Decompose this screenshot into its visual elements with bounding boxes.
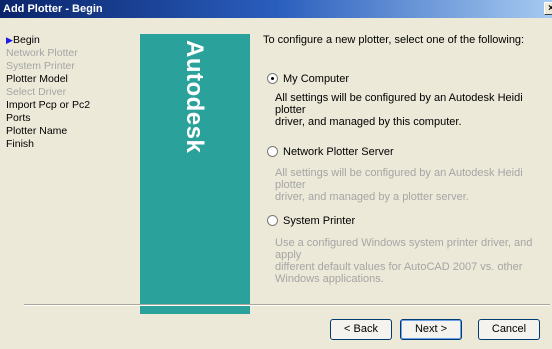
description-line: different default values for AutoCAD 200… <box>275 261 523 273</box>
wizard-step: Select Driver <box>6 86 136 99</box>
wizard-step: Import Pcp or Pc2 <box>6 99 136 112</box>
wizard-steps: ▶Begin Network Plotter System Printer Plott… <box>6 34 136 151</box>
description-line: Use a configured Windows system printer … <box>275 237 533 261</box>
back-button[interactable]: < Back <box>330 319 392 340</box>
option-description: Use a configured Windows system printer … <box>275 237 550 285</box>
option-label: My Computer <box>283 73 350 85</box>
next-button[interactable]: Next > <box>400 319 462 340</box>
close-icon[interactable]: × <box>544 2 552 15</box>
wizard-step: Plotter Name <box>6 125 136 138</box>
window-title: Add Plotter - Begin <box>3 3 103 15</box>
option-description: All settings will be configured by an Au… <box>275 167 550 203</box>
description-line: driver, and managed by this computer. <box>275 116 462 128</box>
cancel-button[interactable]: Cancel <box>478 319 540 340</box>
radio-my-computer[interactable] <box>267 73 278 84</box>
option-label: Network Plotter Server <box>283 146 394 158</box>
description-line: driver, and managed by a plotter server. <box>275 191 469 203</box>
option-system-printer[interactable]: System Printer <box>267 214 355 228</box>
wizard-step-label: Ports <box>6 112 31 124</box>
description-line: All settings will be configured by an Au… <box>275 167 523 191</box>
option-my-computer[interactable]: My Computer <box>267 72 349 86</box>
description-line: Windows applications. <box>275 273 384 285</box>
description-line: All settings will be configured by an Au… <box>275 92 523 116</box>
intro-text: To configure a new plotter, select one o… <box>263 34 525 46</box>
wizard-step: System Printer <box>6 60 136 73</box>
wizard-step: ▶Begin <box>6 34 136 47</box>
autodesk-logo: Autodesk <box>181 40 208 154</box>
wizard-step-label: Begin <box>13 34 40 46</box>
add-plotter-dialog: Add Plotter - Begin × ▶Begin Network Plot… <box>0 0 552 349</box>
divider <box>24 304 550 306</box>
current-step-arrow-icon: ▶ <box>6 35 13 45</box>
wizard-step: Network Plotter <box>6 47 136 60</box>
wizard-step-label: Import Pcp or Pc2 <box>6 99 91 111</box>
wizard-step-label: Plotter Name <box>6 125 68 137</box>
wizard-step-label: Plotter Model <box>6 73 68 85</box>
wizard-step-label: Finish <box>6 138 35 150</box>
brand-panel: Autodesk <box>140 34 250 314</box>
wizard-step: Plotter Model <box>6 73 136 86</box>
radio-system-printer[interactable] <box>267 215 278 226</box>
title-bar: Add Plotter - Begin × <box>0 0 552 18</box>
wizard-step: Ports <box>6 112 136 125</box>
option-description: All settings will be configured by an Au… <box>275 92 550 128</box>
radio-network-plotter-server[interactable] <box>267 146 278 157</box>
wizard-step-label: Select Driver <box>6 86 67 98</box>
wizard-step-label: System Printer <box>6 60 75 72</box>
option-label: System Printer <box>283 215 356 227</box>
wizard-step: Finish <box>6 138 136 151</box>
wizard-step-label: Network Plotter <box>6 47 78 59</box>
option-network-plotter-server[interactable]: Network Plotter Server <box>267 145 394 159</box>
